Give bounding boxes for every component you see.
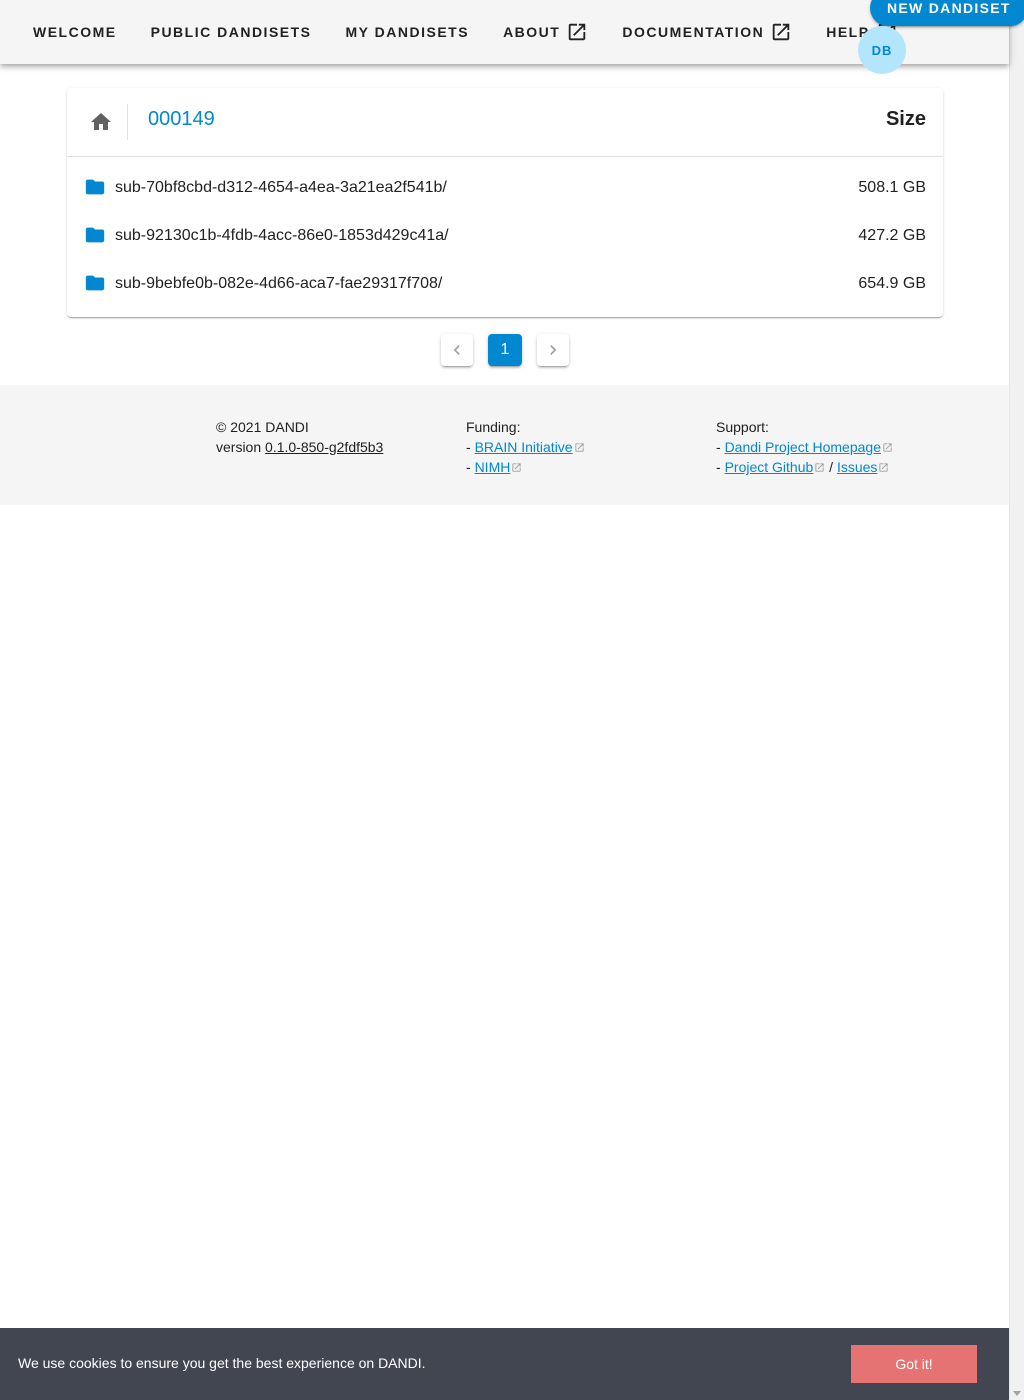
footer-support: Support: - Dandi Project Homepage - Proj… — [716, 417, 893, 477]
nav-public-dandisets-label: Public Dandisets — [150, 24, 312, 40]
copyright: © 2021 DANDI — [216, 419, 309, 435]
external-link-icon — [882, 438, 893, 452]
new-dandiset-button[interactable]: New Dandiset — [870, 0, 1024, 26]
next-page-button[interactable] — [537, 334, 569, 366]
open-in-new-icon — [772, 23, 790, 41]
list-dash: - — [716, 439, 725, 455]
folder-name: sub-92130c1b-4fdb-4acc-86e0-1853d429c41a… — [115, 227, 449, 244]
avatar-initials: DB — [871, 42, 893, 58]
user-avatar[interactable]: DB — [858, 26, 906, 74]
issues-link[interactable]: Issues — [837, 459, 877, 475]
nav-my-dandisets[interactable]: My Dandisets — [329, 14, 487, 50]
nav-welcome-label: Welcome — [33, 24, 117, 40]
folder-icon — [84, 272, 106, 294]
folder-icon — [84, 176, 106, 198]
chevron-left-icon — [453, 345, 460, 355]
folder-row[interactable]: sub-70bf8cbd-d312-4654-a4ea-3a21ea2f541b… — [67, 164, 943, 212]
page: Welcome Public Dandisets My Dandisets Ab… — [0, 0, 1024, 1400]
folder-size: 654.9 GB — [858, 275, 926, 292]
new-dandiset-label: New Dandiset — [887, 0, 1011, 16]
main-nav: Welcome Public Dandisets My Dandisets Ab… — [16, 0, 915, 64]
link-separator: / — [829, 459, 834, 475]
header-divider — [127, 104, 128, 140]
list-dash: - — [716, 459, 725, 475]
size-column-header: Size — [885, 108, 926, 130]
home-icon — [91, 113, 111, 130]
nav-public-dandisets[interactable]: Public Dandisets — [134, 14, 329, 50]
open-in-new-icon — [569, 23, 586, 41]
external-link-icon — [511, 458, 522, 472]
support-item: - Dandi Project Homepage — [716, 437, 893, 457]
folder-icon — [84, 224, 106, 246]
support-item: - Project Github / Issues — [716, 457, 893, 477]
brain-initiative-link[interactable]: BRAIN Initiative — [475, 439, 573, 455]
version-prefix: version — [216, 439, 266, 455]
scroll-down-arrow-icon[interactable] — [1013, 1391, 1021, 1396]
file-browser-header: 000149 Size — [67, 88, 943, 157]
folder-size: 508.1 GB — [858, 179, 926, 196]
nav-documentation-label: Documentation — [622, 24, 765, 40]
folder-size: 427.2 GB — [858, 227, 926, 244]
app-bar: Welcome Public Dandisets My Dandisets Ab… — [0, 0, 1024, 74]
nav-documentation[interactable]: Documentation — [605, 14, 809, 50]
footer-funding: Funding: - BRAIN Initiative - NIMH — [466, 417, 585, 477]
folder-row[interactable]: sub-92130c1b-4fdb-4acc-86e0-1853d429c41a… — [67, 212, 943, 260]
external-link-icon — [878, 458, 889, 472]
nav-welcome[interactable]: Welcome — [16, 14, 134, 50]
external-link-icon — [814, 458, 825, 472]
project-github-link[interactable]: Project Github — [725, 459, 814, 475]
support-title: Support: — [716, 419, 769, 435]
nav-about[interactable]: About — [486, 14, 605, 50]
funding-item: - BRAIN Initiative — [466, 437, 585, 457]
cookie-message: We use cookies to ensure you get the bes… — [18, 1355, 426, 1371]
funding-title: Funding: — [466, 419, 521, 435]
nav-my-dandisets-label: My Dandisets — [345, 24, 470, 40]
nimh-link[interactable]: NIMH — [475, 459, 511, 475]
home-button[interactable] — [89, 110, 113, 134]
breadcrumb-dandiset[interactable]: 000149 — [148, 108, 215, 131]
footer: © 2021 DANDI version 0.1.0-850-g2fdf5b3 … — [0, 385, 1009, 505]
folder-name: sub-70bf8cbd-d312-4654-a4ea-3a21ea2f541b… — [115, 179, 447, 196]
vertical-scrollbar[interactable] — [1009, 0, 1024, 1400]
chevron-right-icon — [550, 345, 557, 355]
previous-page-button[interactable] — [441, 334, 473, 366]
pagination: 1 — [441, 334, 569, 366]
folder-row[interactable]: sub-9bebfe0b-082e-4d66-aca7-fae29317f708… — [67, 260, 943, 308]
version-line: version 0.1.0-850-g2fdf5b3 — [216, 437, 383, 457]
cookie-accept-button[interactable]: Got it! — [851, 1345, 977, 1383]
footer-info: © 2021 DANDI version 0.1.0-850-g2fdf5b3 — [216, 417, 383, 457]
cookie-banner: We use cookies to ensure you get the bes… — [0, 1328, 1009, 1400]
file-browser: 000149 Size sub-70bf8cbd-d312-4654-a4ea-… — [67, 88, 943, 317]
page-button-current[interactable]: 1 — [488, 334, 522, 366]
list-dash: - — [466, 439, 475, 455]
folder-name: sub-9bebfe0b-082e-4d66-aca7-fae29317f708… — [115, 275, 443, 292]
funding-item: - NIMH — [466, 457, 585, 477]
nav-about-label: About — [503, 24, 561, 40]
list-dash: - — [466, 459, 475, 475]
external-link-icon — [574, 438, 585, 452]
version-link[interactable]: 0.1.0-850-g2fdf5b3 — [265, 439, 383, 455]
dandi-homepage-link[interactable]: Dandi Project Homepage — [725, 439, 881, 455]
